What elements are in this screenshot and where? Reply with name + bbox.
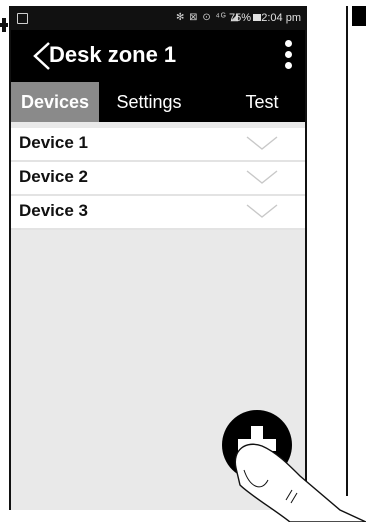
tab-devices[interactable]: Devices (11, 82, 99, 122)
page-title: Desk zone 1 (49, 42, 177, 67)
device-list: Device 1 Device 2 Device 3 (11, 128, 305, 230)
device-label: Device 2 (19, 167, 88, 186)
chevron-down-icon[interactable] (245, 202, 279, 220)
chevron-down-icon[interactable] (245, 168, 279, 186)
chevron-down-icon[interactable] (245, 134, 279, 152)
adjacent-screen-edge (346, 6, 366, 496)
list-item-device-3[interactable]: Device 3 (11, 196, 305, 230)
device-label: Device 3 (19, 201, 88, 220)
edge-marker-icon (0, 18, 8, 32)
tab-settings[interactable]: Settings (99, 82, 199, 122)
tab-test[interactable]: Test (199, 82, 305, 122)
screenshot-canvas: ✻ ⊠ ⊙ ⁴ᴳ ◢ 75% 2:04 pm Desk zone 1 Devic… (0, 0, 366, 522)
tab-bar: Devices Settings Test (11, 82, 305, 122)
gallery-notification-icon (17, 13, 28, 24)
app-header: Desk zone 1 (11, 30, 305, 82)
clock: 2:04 pm (261, 12, 301, 24)
list-item-device-2[interactable]: Device 2 (11, 162, 305, 196)
adjacent-screen-header (352, 6, 366, 26)
add-device-button[interactable] (222, 410, 292, 480)
plus-icon-bar (238, 439, 276, 451)
more-vertical-icon[interactable] (283, 40, 293, 72)
status-bar: ✻ ⊠ ⊙ ⁴ᴳ ◢ 75% 2:04 pm (11, 8, 305, 30)
device-label: Device 1 (19, 133, 88, 152)
list-item-device-1[interactable]: Device 1 (11, 128, 305, 162)
battery-indicator: 75% (229, 12, 263, 24)
phone-screen: ✻ ⊠ ⊙ ⁴ᴳ ◢ 75% 2:04 pm Desk zone 1 Devic… (9, 6, 307, 510)
battery-icon (253, 14, 262, 21)
battery-percent: 75% (229, 12, 252, 24)
